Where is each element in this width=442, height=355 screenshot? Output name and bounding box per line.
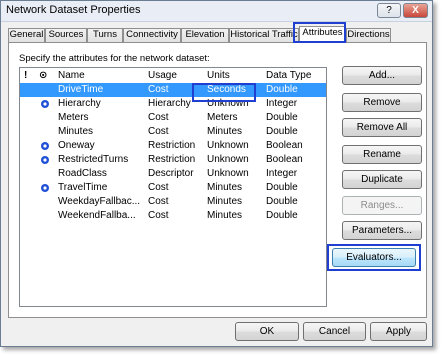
help-button[interactable]: ?	[377, 3, 401, 18]
attribute-name-cell: Hierarchy	[58, 98, 101, 109]
table-row[interactable]: WeekdayFallbac... Cost Minutes Double	[20, 195, 326, 209]
attribute-name-cell: Meters	[58, 112, 89, 123]
tab-elevation[interactable]: Elevation	[181, 28, 229, 42]
data-type-cell: Double	[266, 126, 298, 137]
title-bar: Network Dataset Properties ? X	[1, 1, 432, 22]
close-button[interactable]: X	[403, 3, 428, 18]
table-row[interactable]: Minutes Cost Minutes Double	[20, 125, 326, 139]
default-column-icon: ⊙	[39, 70, 48, 81]
tab-sources[interactable]: Sources	[45, 28, 87, 42]
usage-cell: Cost	[148, 182, 169, 193]
duplicate-button[interactable]: Duplicate	[342, 170, 422, 189]
instruction-text: Specify the attributes for the network d…	[19, 53, 210, 64]
units-cell: Minutes	[207, 182, 243, 193]
column-header-name[interactable]: Name	[58, 69, 85, 82]
apply-button[interactable]: Apply	[370, 322, 427, 341]
attribute-name-cell: WeekdayFallbac...	[58, 196, 141, 207]
remove-button[interactable]: Remove	[342, 93, 422, 112]
units-cell: Minutes	[207, 196, 243, 207]
table-row[interactable]: Hierarchy Hierarchy Unknown Integer	[20, 97, 326, 111]
units-cell: Meters	[207, 112, 238, 123]
cancel-button[interactable]: Cancel	[303, 322, 366, 341]
column-header-data-type[interactable]: Data Type	[266, 69, 311, 82]
units-cell: Unknown	[207, 168, 249, 179]
units-cell: Unknown	[207, 140, 249, 151]
table-row[interactable]: RestrictedTurns Restriction Unknown Boolean	[20, 153, 326, 167]
table-row[interactable]: TravelTime Cost Minutes Double	[20, 181, 326, 195]
add-button[interactable]: Add...	[342, 66, 422, 85]
table-row[interactable]: WeekendFallba... Cost Minutes Double	[20, 209, 326, 223]
tab-general[interactable]: General	[8, 28, 45, 42]
tab-directions[interactable]: Directions	[346, 28, 391, 42]
evaluators-button-highlight	[327, 244, 421, 271]
usage-cell: Cost	[148, 126, 169, 137]
units-cell-highlight	[192, 83, 256, 102]
attribute-name-cell: Oneway	[58, 140, 95, 151]
table-row[interactable]: RoadClass Descriptor Unknown Integer	[20, 167, 326, 181]
tab-connectivity[interactable]: Connectivity	[123, 28, 181, 42]
attribute-name-cell: DriveTime	[58, 84, 104, 95]
column-header-units[interactable]: Units	[207, 69, 230, 82]
tab-historical-traffic[interactable]: Historical Traffic	[229, 28, 299, 42]
units-cell: Unknown	[207, 154, 249, 165]
ranges-button[interactable]: Ranges...	[342, 196, 422, 215]
units-cell: Minutes	[207, 210, 243, 221]
list-header: ! ⊙ Name Usage Units Data Type	[20, 68, 326, 83]
attribute-name-cell: WeekendFallba...	[58, 210, 136, 221]
data-type-cell: Double	[266, 196, 298, 207]
data-type-cell: Boolean	[266, 140, 303, 151]
usage-cell: Cost	[148, 210, 169, 221]
usage-cell: Descriptor	[148, 168, 194, 179]
attributes-list[interactable]: ! ⊙ Name Usage Units Data Type DriveTime…	[19, 67, 327, 307]
default-attribute-icon	[40, 183, 50, 193]
rename-button[interactable]: Rename	[342, 145, 422, 164]
default-attribute-icon	[40, 141, 50, 151]
warning-column-icon: !	[24, 70, 28, 81]
attribute-name-cell: TravelTime	[58, 182, 108, 193]
data-type-cell: Boolean	[266, 154, 303, 165]
table-row[interactable]: DriveTime Cost Seconds Double	[20, 83, 326, 97]
default-attribute-icon	[40, 99, 50, 109]
attribute-name-cell: Minutes	[58, 126, 94, 137]
attribute-name-cell: RestrictedTurns	[58, 154, 129, 165]
usage-cell: Restriction	[148, 140, 196, 151]
ok-button[interactable]: OK	[235, 322, 299, 341]
column-header-usage[interactable]: Usage	[148, 69, 177, 82]
data-type-cell: Double	[266, 182, 298, 193]
parameters-button[interactable]: Parameters...	[342, 221, 422, 240]
default-attribute-icon	[40, 155, 50, 165]
attribute-name-cell: RoadClass	[58, 168, 107, 179]
table-row[interactable]: Meters Cost Meters Double	[20, 111, 326, 125]
data-type-cell: Integer	[266, 168, 298, 179]
tab-turns[interactable]: Turns	[87, 28, 123, 42]
data-type-cell: Integer	[266, 98, 298, 109]
usage-cell: Cost	[148, 196, 169, 207]
usage-cell: Cost	[148, 112, 169, 123]
units-cell: Minutes	[207, 126, 243, 137]
network-dataset-properties-dialog: Network Dataset Properties ? X General S…	[0, 0, 433, 347]
data-type-cell: Double	[266, 112, 298, 123]
data-type-cell: Double	[266, 84, 298, 95]
window-title: Network Dataset Properties	[6, 4, 141, 16]
attributes-tab-highlight	[293, 22, 346, 43]
usage-cell: Restriction	[148, 154, 196, 165]
data-type-cell: Double	[266, 210, 298, 221]
table-row[interactable]: Oneway Restriction Unknown Boolean	[20, 139, 326, 153]
remove-all-button[interactable]: Remove All	[342, 118, 422, 137]
